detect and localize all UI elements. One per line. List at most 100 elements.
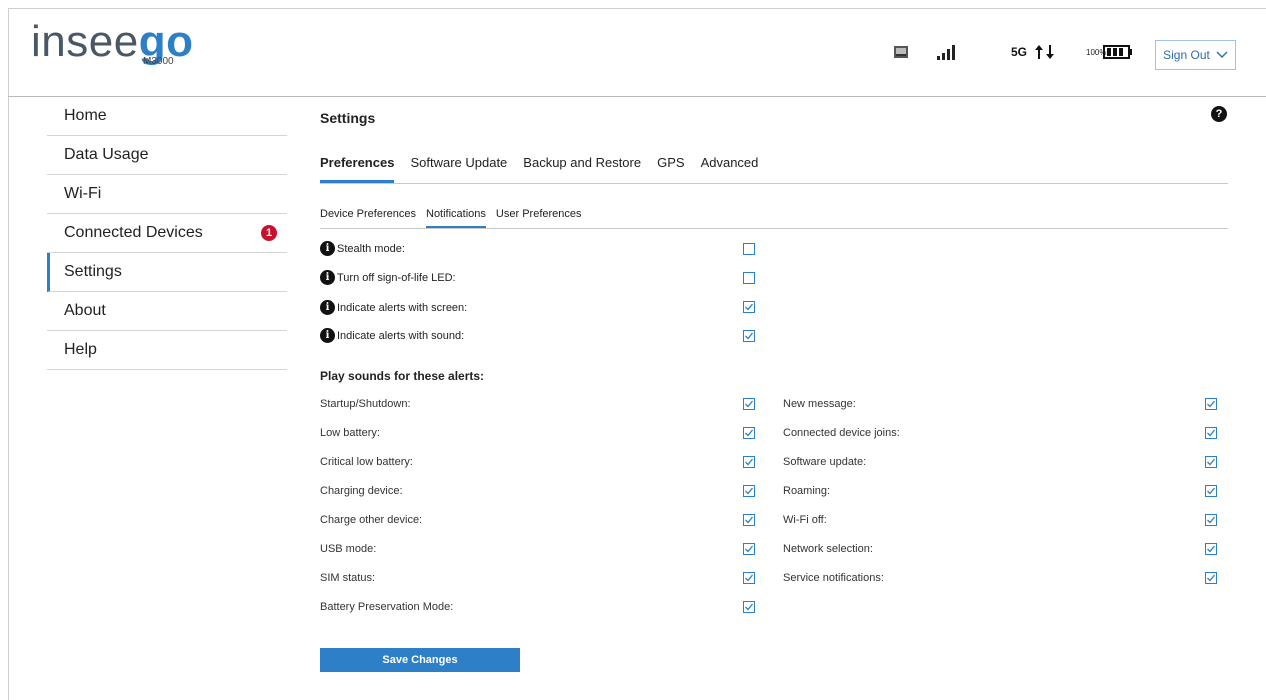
alert-label: Connected device joins: (783, 427, 900, 439)
alert-label: Service notifications: (783, 572, 884, 584)
checkmark-icon (1207, 545, 1215, 553)
battery-icon (1103, 40, 1133, 64)
sign-out-button[interactable]: Sign Out (1155, 40, 1236, 70)
alert-label: Battery Preservation Mode: (320, 601, 454, 613)
pref-label: Indicate alerts with sound: (337, 329, 465, 342)
sidebar-item-data-usage[interactable]: Data Usage (47, 136, 287, 175)
alert-label: USB mode: (320, 543, 377, 555)
checkmark-icon (745, 603, 753, 611)
data-activity-icon (1034, 40, 1056, 64)
alert-label: Charge other device: (320, 514, 423, 526)
settings-tabs: Preferences Software Update Backup and R… (320, 155, 774, 183)
checkmark-icon (1207, 429, 1215, 437)
pref-row: i Turn off sign-of-life LED: (320, 270, 456, 285)
sidebar-item-help[interactable]: Help (47, 331, 287, 370)
notification-badge: 1 (261, 225, 277, 241)
alert-label: Startup/Shutdown: (320, 398, 411, 410)
alert-label: Critical low battery: (320, 456, 413, 468)
subtabs-divider (320, 228, 1228, 229)
checkmark-icon (745, 429, 753, 437)
sidebar-item-label: Data Usage (64, 146, 149, 163)
save-changes-button[interactable]: Save Changes (320, 648, 520, 672)
sidebar-item-label: Settings (64, 263, 122, 280)
sound-alerts-heading: Play sounds for these alerts: (320, 369, 485, 383)
checkbox[interactable] (1205, 427, 1217, 439)
checkbox[interactable] (1205, 572, 1217, 584)
tabs-divider (320, 183, 1228, 184)
checkbox[interactable] (743, 456, 755, 468)
checkbox[interactable] (743, 427, 755, 439)
checkbox[interactable] (743, 543, 755, 555)
checkbox[interactable] (743, 514, 755, 526)
alert-label: New message: (783, 398, 856, 410)
checkbox[interactable] (743, 398, 755, 410)
checkbox[interactable] (1205, 456, 1217, 468)
alert-label: Wi-Fi off: (783, 514, 827, 526)
checkmark-icon (1207, 458, 1215, 466)
alert-label: Software update: (783, 456, 867, 468)
checkmark-icon (745, 545, 753, 553)
checkmark-icon (745, 487, 753, 495)
checkmark-icon (745, 574, 753, 582)
checkbox[interactable] (743, 243, 755, 255)
alert-label: Low battery: (320, 427, 380, 439)
checkmark-icon (745, 516, 753, 524)
checkbox[interactable] (743, 330, 755, 342)
sidebar-item-home[interactable]: Home (47, 97, 287, 136)
checkbox[interactable] (743, 301, 755, 313)
signal-strength-icon (937, 40, 959, 64)
checkbox[interactable] (1205, 485, 1217, 497)
info-icon[interactable]: i (320, 300, 335, 315)
checkbox[interactable] (1205, 398, 1217, 410)
sidebar-item-settings[interactable]: Settings (47, 253, 287, 292)
subtab-device-preferences[interactable]: Device Preferences (320, 208, 416, 228)
tab-preferences[interactable]: Preferences (320, 155, 395, 183)
checkmark-icon (1207, 400, 1215, 408)
sidebar-item-label: About (64, 302, 106, 319)
tab-backup-restore[interactable]: Backup and Restore (523, 155, 641, 183)
pref-row: i Indicate alerts with screen: (320, 300, 467, 315)
checkmark-icon (1207, 487, 1215, 495)
info-icon[interactable]: i (320, 270, 335, 285)
checkbox[interactable] (1205, 514, 1217, 526)
checkbox[interactable] (743, 601, 755, 613)
sidebar-item-label: Wi-Fi (64, 185, 102, 202)
sidebar-item-label: Home (64, 107, 107, 124)
checkmark-icon (745, 400, 753, 408)
chevron-down-icon (1216, 51, 1228, 58)
tab-software-update[interactable]: Software Update (410, 155, 507, 183)
info-icon[interactable]: i (320, 241, 335, 256)
checkbox[interactable] (1205, 543, 1217, 555)
alert-label: SIM status: (320, 572, 376, 584)
pref-row: i Indicate alerts with sound: (320, 328, 464, 343)
checkmark-icon (1207, 574, 1215, 582)
pref-row: i Stealth mode: (320, 241, 405, 256)
checkmark-icon (745, 458, 753, 466)
network-type: 5G (1011, 45, 1028, 59)
subtab-user-preferences[interactable]: User Preferences (496, 208, 582, 228)
checkmark-icon (745, 303, 753, 311)
subtab-notifications[interactable]: Notifications (426, 208, 486, 228)
pref-label: Turn off sign-of-life LED: (337, 271, 456, 284)
page-title: Settings (320, 110, 376, 126)
sidebar-item-label: Connected Devices (64, 224, 203, 241)
sidebar-item-about[interactable]: About (47, 292, 287, 331)
sidebar-item-wifi[interactable]: Wi-Fi (47, 175, 287, 214)
sim-icon (893, 40, 909, 64)
sign-out-label: Sign Out (1163, 48, 1210, 62)
checkbox[interactable] (743, 572, 755, 584)
checkbox[interactable] (743, 272, 755, 284)
sidebar-item-connected-devices[interactable]: Connected Devices 1 (47, 214, 287, 253)
brand-word-a: insee (31, 17, 139, 66)
checkbox[interactable] (743, 485, 755, 497)
pref-label: Stealth mode: (337, 242, 405, 255)
help-icon[interactable]: ? (1211, 106, 1227, 122)
alert-label: Network selection: (783, 543, 873, 555)
device-model: M3000 (143, 56, 174, 67)
tab-gps[interactable]: GPS (657, 155, 684, 183)
sidebar-nav: Home Data Usage Wi-Fi Connected Devices 1… (47, 97, 287, 370)
checkmark-icon (1207, 516, 1215, 524)
tab-advanced[interactable]: Advanced (701, 155, 759, 183)
alert-label: Charging device: (320, 485, 403, 497)
info-icon[interactable]: i (320, 328, 335, 343)
